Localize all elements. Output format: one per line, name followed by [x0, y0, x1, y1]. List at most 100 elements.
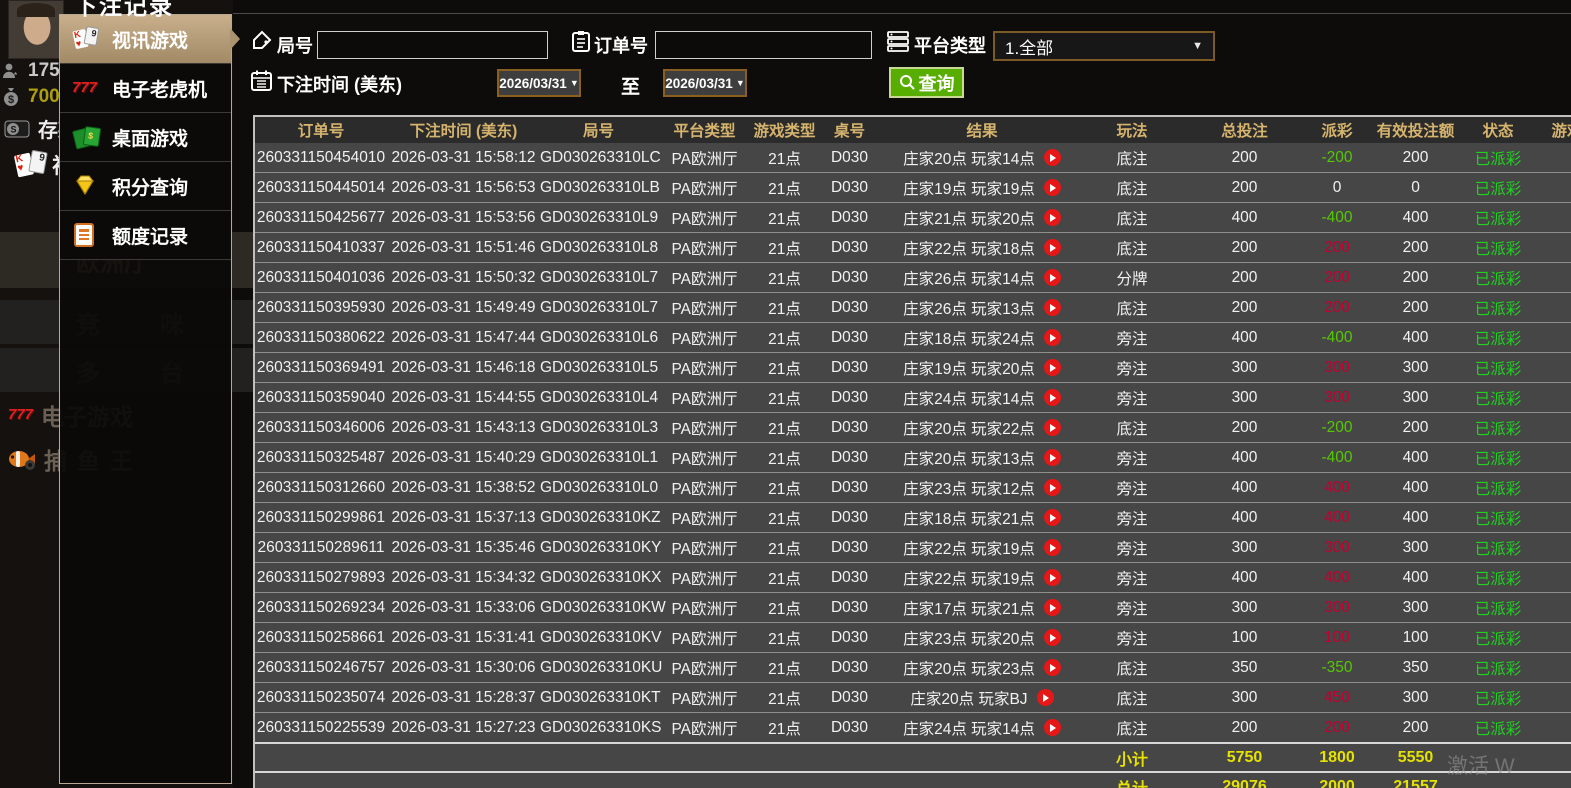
cell-payout: 400 — [1307, 509, 1367, 527]
cell-bet-time: 2026-03-31 15:49:49 — [387, 299, 540, 317]
play-video-button[interactable] — [1044, 509, 1061, 526]
cell-result: 庄家23点 玩家20点 — [882, 627, 1082, 649]
cell-table-no: D030 — [817, 539, 882, 557]
play-video-button[interactable] — [1044, 239, 1061, 256]
cell-result: 庄家18点 玩家21点 — [882, 507, 1082, 529]
cell-order-no: 260331150269234 — [255, 599, 387, 617]
cell-round-no: GD030263310KV — [540, 629, 657, 647]
play-video-button[interactable] — [1044, 629, 1061, 646]
col-header-order-no: 订单号 — [255, 119, 387, 141]
fish-icon — [6, 447, 36, 471]
play-video-button[interactable] — [1044, 449, 1061, 466]
play-video-button[interactable] — [1044, 299, 1061, 316]
table-row: 260331150225539 2026-03-31 15:27:23 GD03… — [255, 712, 1571, 742]
cell-status: 已派彩 — [1464, 567, 1532, 589]
order-no-input[interactable] — [655, 31, 872, 59]
date-from-picker[interactable]: 2026/03/31 ▼ — [497, 69, 581, 97]
play-video-button[interactable] — [1044, 359, 1061, 376]
play-video-button[interactable] — [1044, 329, 1061, 346]
result-text: 庄家20点 玩家13点 — [903, 447, 1035, 469]
cell-play-type: 底注 — [1082, 207, 1182, 229]
cell-bet-time: 2026-03-31 15:51:46 — [387, 239, 540, 257]
menu-item-video-games[interactable]: K♥9 视讯游戏 — [60, 15, 231, 64]
cell-platform: PA欧洲厅 — [657, 567, 752, 589]
cell-round-no: GD030263310L4 — [540, 389, 657, 407]
cell-total-bet: 200 — [1182, 719, 1307, 737]
menu-item-points-query[interactable]: 积分查询 — [60, 162, 231, 211]
col-header-game: 游戏 — [1532, 119, 1571, 141]
cell-payout: -200 — [1307, 149, 1367, 167]
play-video-button[interactable] — [1044, 209, 1061, 226]
play-video-button[interactable] — [1044, 659, 1061, 676]
cell-play-type: 旁注 — [1082, 357, 1182, 379]
play-video-button[interactable] — [1044, 599, 1061, 616]
menu-item-credit-records[interactable]: 额度记录 — [60, 211, 231, 260]
cell-result: 庄家22点 玩家19点 — [882, 567, 1082, 589]
result-text: 庄家22点 玩家19点 — [903, 537, 1035, 559]
cell-bet-time: 2026-03-31 15:44:55 — [387, 389, 540, 407]
cell-game-type: 21点 — [752, 717, 817, 739]
play-video-button[interactable] — [1044, 419, 1061, 436]
menu-item-table-games[interactable]: $ 桌面游戏 — [60, 113, 231, 162]
cell-table-no: D030 — [817, 479, 882, 497]
cell-total-bet: 200 — [1182, 269, 1307, 287]
platform-type-select[interactable]: 1.全部 ▼ — [993, 31, 1215, 61]
cell-valid-bet: 300 — [1367, 359, 1464, 377]
cell-platform: PA欧洲厅 — [657, 447, 752, 469]
cell-round-no: GD030263310L5 — [540, 359, 657, 377]
calendar-icon — [250, 69, 272, 91]
cell-payout: -350 — [1307, 659, 1367, 677]
cell-bet-time: 2026-03-31 15:43:13 — [387, 419, 540, 437]
cell-bet-time: 2026-03-31 15:33:06 — [387, 599, 540, 617]
cell-valid-bet: 400 — [1367, 449, 1464, 467]
cell-round-no: GD030263310L9 — [540, 209, 657, 227]
cell-order-no: 260331150346006 — [255, 419, 387, 437]
result-text: 庄家26点 玩家14点 — [903, 267, 1035, 289]
cell-play-type: 旁注 — [1082, 327, 1182, 349]
search-button[interactable]: 查询 — [889, 67, 964, 98]
cell-valid-bet: 400 — [1367, 509, 1464, 527]
cell-platform: PA欧洲厅 — [657, 177, 752, 199]
play-video-button[interactable] — [1044, 569, 1061, 586]
platform-type-value: 1.全部 — [1005, 34, 1053, 59]
table-row: 260331150380622 2026-03-31 15:47:44 GD03… — [255, 322, 1571, 352]
cell-table-no: D030 — [817, 209, 882, 227]
cell-total-bet: 400 — [1182, 569, 1307, 587]
play-video-button[interactable] — [1044, 389, 1061, 406]
result-text: 庄家23点 玩家12点 — [903, 477, 1035, 499]
total-label: 总计 — [1082, 775, 1182, 788]
cell-platform: PA欧洲厅 — [657, 147, 752, 169]
play-video-button[interactable] — [1037, 689, 1054, 706]
cell-play-type: 底注 — [1082, 297, 1182, 319]
cell-result: 庄家26点 玩家14点 — [882, 267, 1082, 289]
play-video-button[interactable] — [1044, 149, 1061, 166]
grand-total-row: 总计 29076 2000 21557 — [255, 771, 1571, 788]
cell-total-bet: 300 — [1182, 599, 1307, 617]
round-no-input[interactable] — [317, 31, 548, 59]
table-row: 260331150410337 2026-03-31 15:51:46 GD03… — [255, 232, 1571, 262]
cell-payout: 0 — [1307, 179, 1367, 197]
result-text: 庄家18点 玩家21点 — [903, 507, 1035, 529]
cell-status: 已派彩 — [1464, 207, 1532, 229]
play-video-button[interactable] — [1044, 719, 1061, 736]
cell-status: 已派彩 — [1464, 357, 1532, 379]
cell-total-bet: 200 — [1182, 179, 1307, 197]
play-video-button[interactable] — [1044, 539, 1061, 556]
play-video-button[interactable] — [1044, 269, 1061, 286]
play-video-button[interactable] — [1044, 179, 1061, 196]
menu-item-slots[interactable]: 777 电子老虎机 — [60, 64, 231, 113]
cell-result: 庄家26点 玩家13点 — [882, 297, 1082, 319]
cell-bet-time: 2026-03-31 15:31:41 — [387, 629, 540, 647]
cell-game-type: 21点 — [752, 657, 817, 679]
cell-valid-bet: 300 — [1367, 389, 1464, 407]
svg-text:$: $ — [8, 94, 14, 106]
cell-round-no: GD030263310L8 — [540, 239, 657, 257]
cell-total-bet: 350 — [1182, 659, 1307, 677]
cell-order-no: 260331150425677 — [255, 209, 387, 227]
cell-result: 庄家20点 玩家BJ — [882, 687, 1082, 709]
cell-result: 庄家20点 玩家22点 — [882, 417, 1082, 439]
cell-status: 已派彩 — [1464, 177, 1532, 199]
date-to-picker[interactable]: 2026/03/31 ▼ — [663, 69, 747, 97]
play-video-button[interactable] — [1044, 479, 1061, 496]
result-text: 庄家19点 玩家20点 — [903, 357, 1035, 379]
